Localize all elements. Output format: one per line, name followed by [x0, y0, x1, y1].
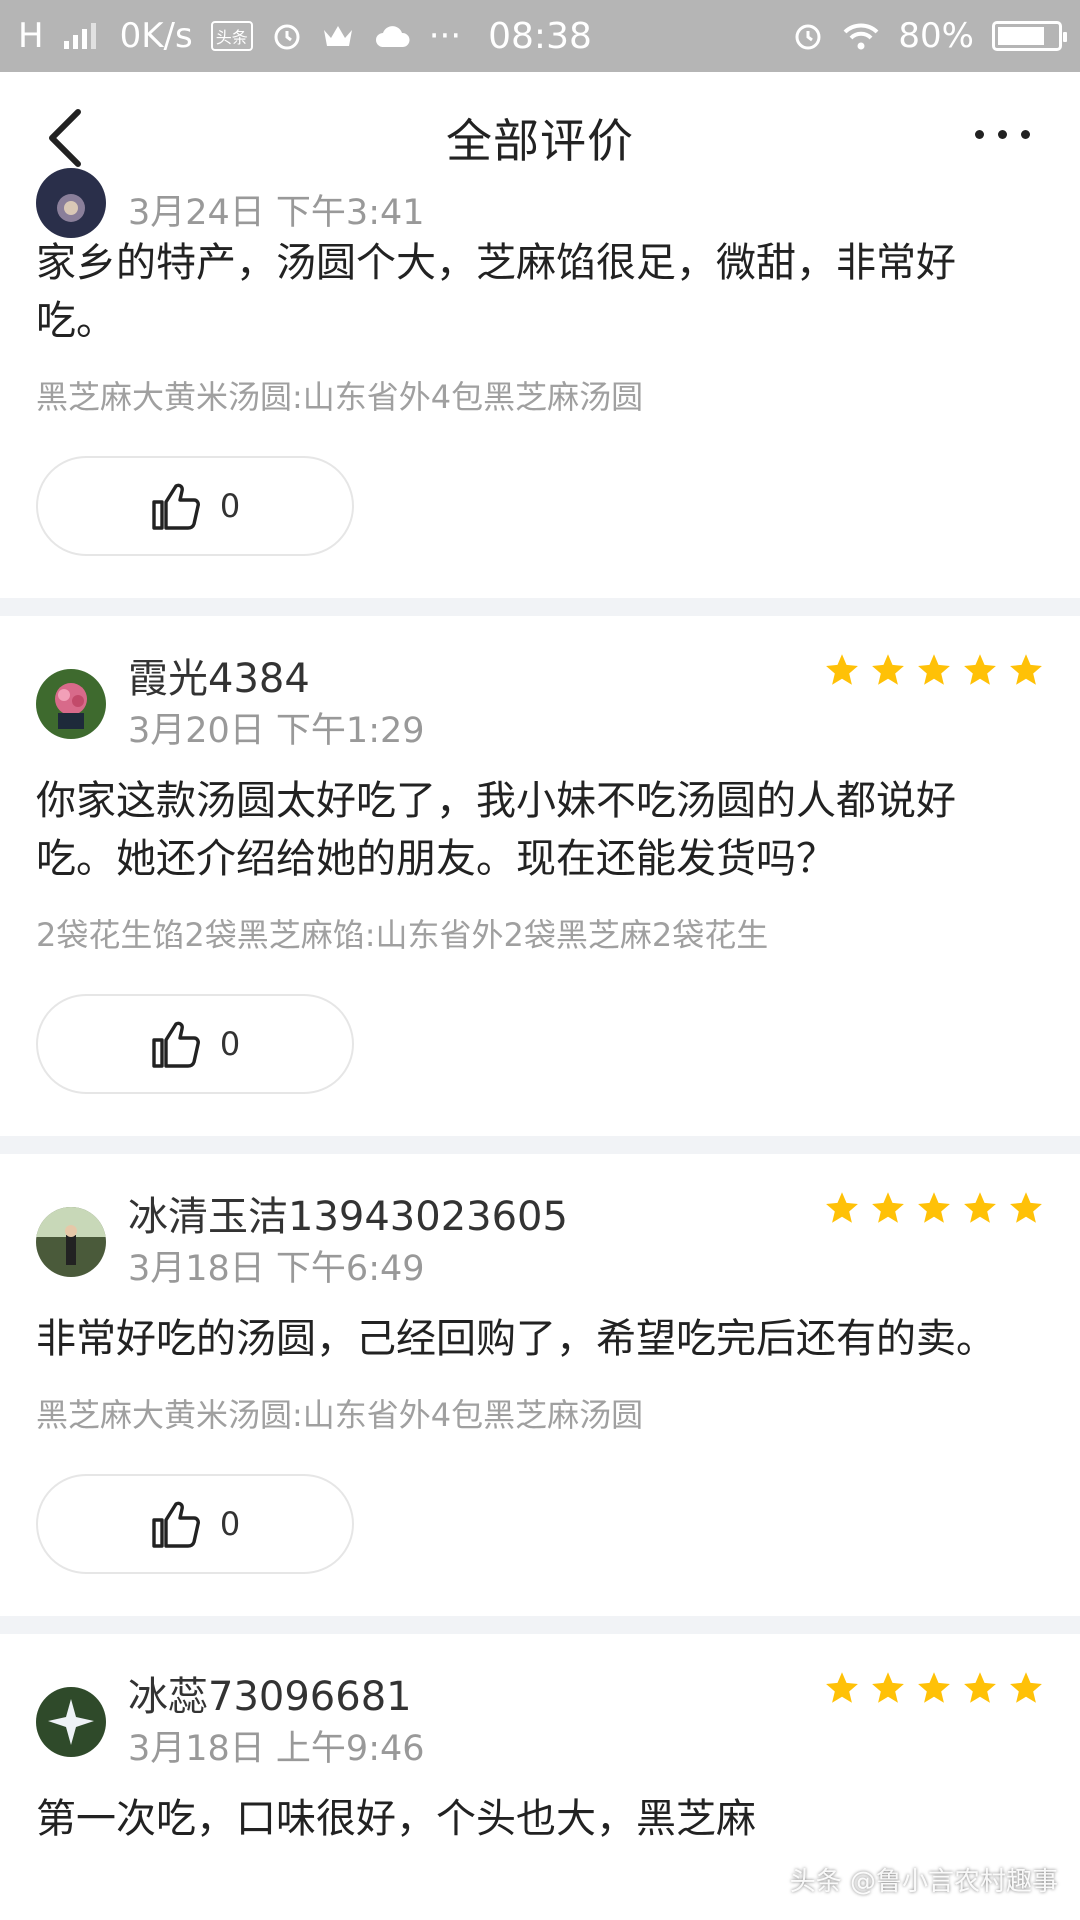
status-right: 80%: [792, 16, 1067, 56]
battery-percent: 80%: [898, 16, 974, 56]
more-notifications: ···: [428, 16, 462, 56]
signal-bars-icon: [63, 23, 96, 49]
separator: [0, 1136, 1080, 1154]
user-name: 霞光4384: [128, 656, 310, 702]
star-icon: [872, 1672, 904, 1703]
status-left: H 0K/s 头条 ···: [18, 16, 461, 56]
star-icon: [872, 654, 904, 685]
review-header: 霞光4384 3月20日 下午1:29: [36, 616, 1044, 772]
like-button[interactable]: 0: [36, 1474, 354, 1574]
separator: [0, 1616, 1080, 1634]
like-count: 0: [219, 1025, 241, 1063]
review-time: 3月24日 下午3:41: [128, 193, 425, 233]
thumbs-up-icon: [152, 1501, 200, 1548]
star-icon: [918, 1192, 950, 1223]
star-icon: [826, 1672, 858, 1703]
alarm-icon: [274, 24, 300, 50]
review-item: 冰清玉洁13943023605 3月18日 下午6:49 非常好吃的汤圆，己经回…: [0, 1154, 1080, 1616]
review-item: 霞光4384 3月20日 下午1:29 你家这款汤圆太好吃了，我小妹不吃汤圆的人…: [0, 616, 1080, 1136]
review-sku: 2袋花生馅2袋黑芝麻馅:山东省外2袋黑芝麻2袋花生: [36, 916, 769, 954]
star-icon: [964, 1192, 996, 1223]
star-icon: [918, 1672, 950, 1703]
like-count: 0: [219, 487, 241, 525]
rating-stars: [824, 1670, 1044, 1706]
review-item: 冰蕊73096681 3月18日 上午9:46 第一次吃，口味很好，个头也大，黑…: [0, 1634, 1080, 1848]
battery-level: [998, 27, 1045, 45]
toutiao-app-icon: 头条: [210, 21, 253, 51]
avatar[interactable]: [36, 1207, 106, 1277]
rating-stars: [824, 652, 1044, 688]
user-name: 冰蕊73096681: [128, 1674, 412, 1720]
net-speed: 0K/s: [119, 16, 193, 56]
star-icon: [1010, 1192, 1042, 1223]
star-icon: [964, 654, 996, 685]
avatar[interactable]: [36, 669, 106, 739]
signal-icon: H: [18, 16, 44, 56]
back-icon[interactable]: [38, 106, 98, 170]
review-sku: 黑芝麻大黄米汤圆:山东省外4包黑芝麻汤圆: [36, 1396, 644, 1434]
review-text: 你家这款汤圆太好吃了，我小妹不吃汤圆的人都说好吃。她还介绍给她的朋友。现在还能发…: [36, 778, 956, 882]
rating-stars: [824, 1190, 1044, 1226]
wifi-icon: [844, 23, 879, 50]
status-bar: H 0K/s 头条 ··· 08:38 80%: [0, 0, 1080, 72]
review-text: 非常好吃的汤圆，己经回购了，希望吃完后还有的卖。: [36, 1316, 996, 1362]
avatar[interactable]: [36, 168, 106, 238]
review-time: 3月20日 下午1:29: [128, 711, 425, 751]
review-time: 3月18日 下午6:49: [128, 1249, 425, 1289]
like-button[interactable]: 0: [36, 456, 354, 556]
star-icon: [964, 1672, 996, 1703]
like-button[interactable]: 0: [36, 994, 354, 1094]
battery-icon: [992, 21, 1067, 51]
star-icon: [872, 1192, 904, 1223]
review-text: 第一次吃，口味很好，个头也大，黑芝麻: [36, 1796, 756, 1842]
star-icon: [918, 654, 950, 685]
star-icon: [826, 1192, 858, 1223]
crown-icon: [323, 26, 352, 46]
review-text: 家乡的特产，汤圆个大，芝麻馅很足，微甜，非常好吃。: [36, 240, 956, 344]
review-header: 冰蕊73096681 3月18日 上午9:46: [36, 1634, 1044, 1790]
like-count: 0: [219, 1505, 241, 1543]
star-icon: [1010, 1672, 1042, 1703]
avatar[interactable]: [36, 1687, 106, 1757]
review-header: 3月24日 下午3:41: [36, 168, 1044, 238]
more-menu-icon[interactable]: [975, 130, 1030, 139]
cloud-icon: [375, 26, 410, 47]
thumbs-up-icon: [152, 483, 200, 530]
review-time: 3月18日 上午9:46: [128, 1729, 425, 1769]
alarm-icon: [795, 24, 821, 50]
page-title: 全部评价: [446, 114, 634, 168]
watermark: 头条 @鲁小言农村趣事: [789, 1867, 1058, 1897]
star-icon: [826, 654, 858, 685]
review-item: 3月24日 下午3:41 家乡的特产，汤圆个大，芝麻馅很足，微甜，非常好吃。 黑…: [0, 168, 1080, 598]
separator: [0, 598, 1080, 616]
star-icon: [1010, 654, 1042, 685]
user-name: 冰清玉洁13943023605: [128, 1194, 568, 1240]
thumbs-up-icon: [152, 1021, 200, 1068]
review-sku: 黑芝麻大黄米汤圆:山东省外4包黑芝麻汤圆: [36, 378, 644, 416]
review-list[interactable]: 3月24日 下午3:41 家乡的特产，汤圆个大，芝麻馅很足，微甜，非常好吃。 黑…: [0, 168, 1080, 1848]
review-header: 冰清玉洁13943023605 3月18日 下午6:49: [36, 1154, 1044, 1310]
